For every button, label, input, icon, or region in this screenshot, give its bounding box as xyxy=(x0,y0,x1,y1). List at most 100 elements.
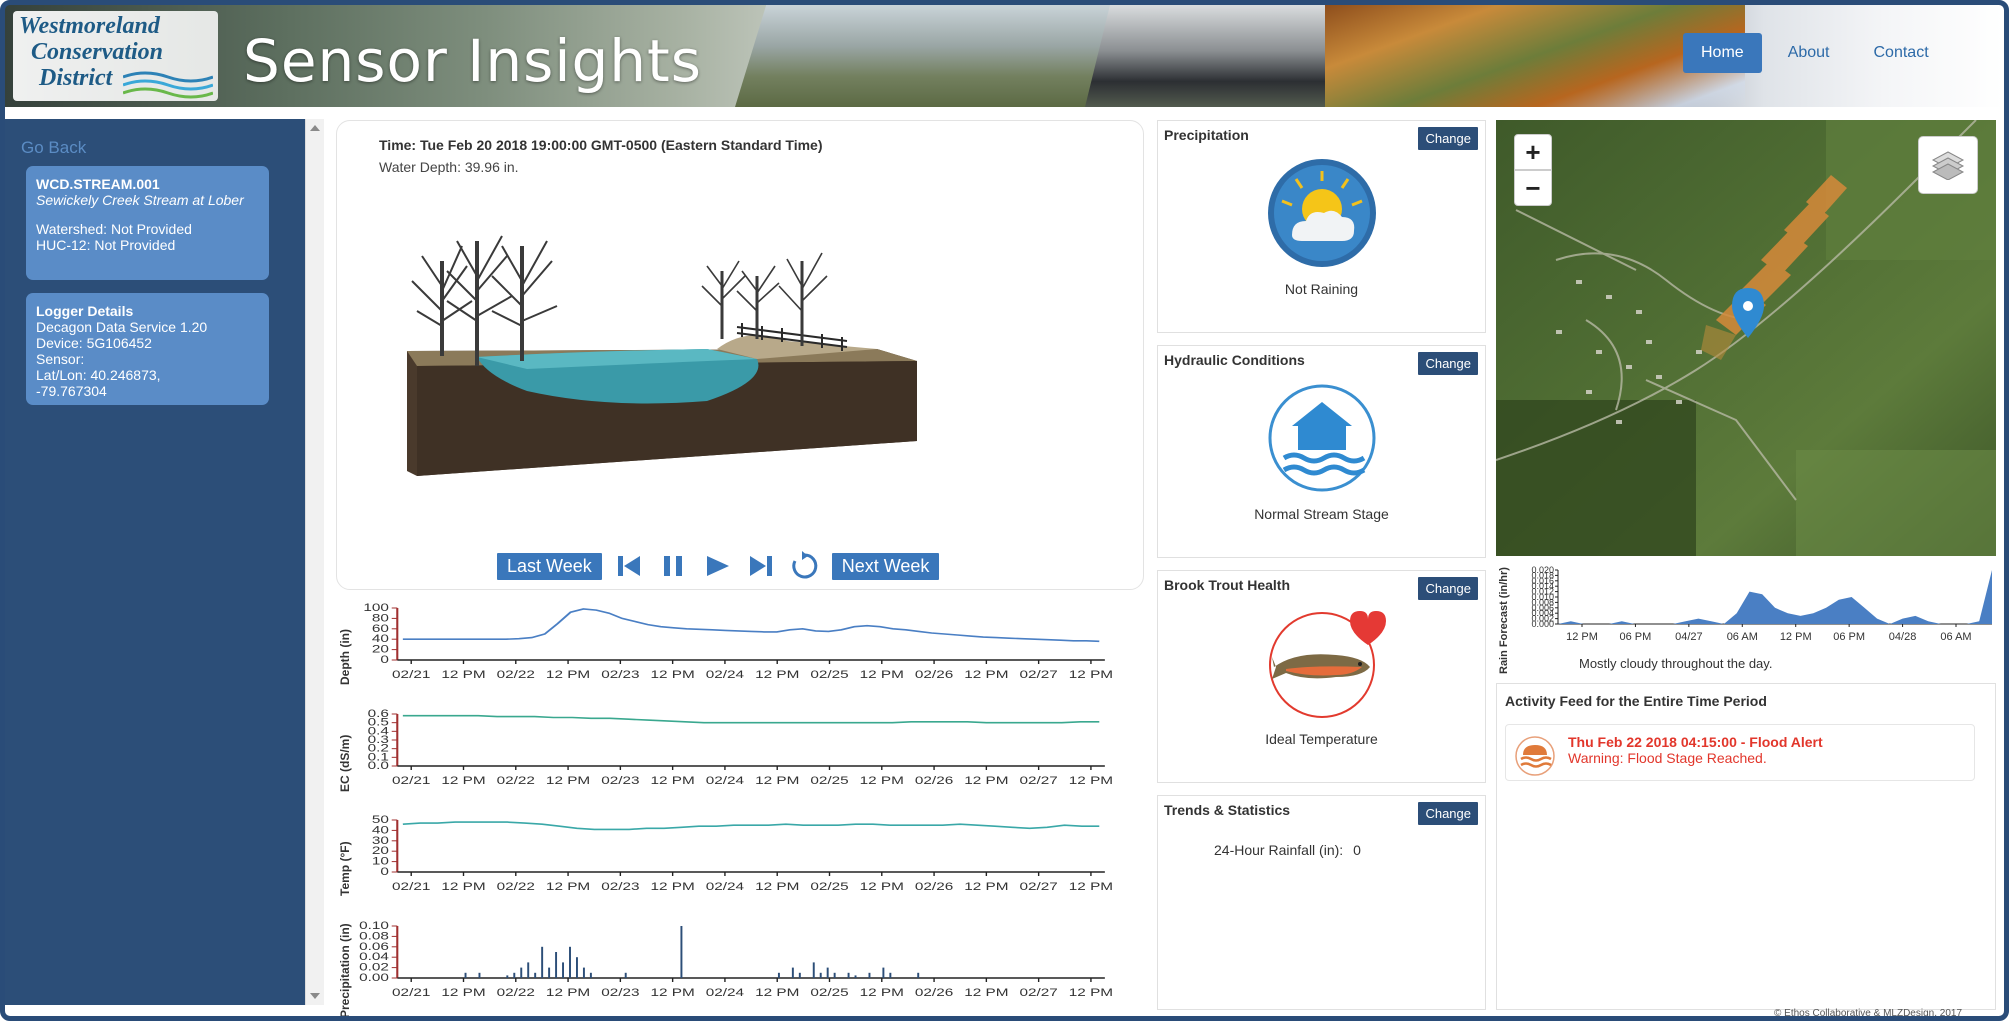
flood-alert-item[interactable]: Thu Feb 22 2018 04:15:00 - Flood Alert W… xyxy=(1505,724,1975,781)
activity-feed-title: Activity Feed for the Entire Time Period xyxy=(1505,693,1767,709)
temperature-chart: 5040302010002/21 12 PM 02/22 12 PM 02/23 12 P… xyxy=(372,813,1113,892)
ec-x-tick-label: 02/26 xyxy=(915,774,953,786)
temp-axis-label: Temp (°F) xyxy=(338,841,352,896)
trout-heart-icon xyxy=(1269,611,1386,718)
skip-back-icon[interactable] xyxy=(612,549,646,583)
precipitation-chart: 0.100.080.060.040.020.0002/21 12 PM 02/22 1… xyxy=(359,919,1113,998)
viz-water-depth: Water Depth: 39.96 in. xyxy=(379,159,519,175)
temp-x-tick-label: 02/23 xyxy=(601,880,639,892)
precip-axis-label: Precipitation (in) xyxy=(338,923,352,1018)
trends-change-button[interactable]: Change xyxy=(1418,802,1478,825)
station-card[interactable]: WCD.STREAM.001 Sewickely Creek Stream at… xyxy=(26,166,269,280)
playback-controls: Last Week Next Week xyxy=(497,549,940,583)
stream-cross-section-scene xyxy=(407,235,917,476)
temp-x-tick-label: 12 PM xyxy=(546,880,590,892)
precip-x-tick-label: 02/26 xyxy=(915,986,953,998)
precip-x-tick-label: 12 PM xyxy=(755,986,799,998)
logger-device: Device: 5G106452 xyxy=(36,335,152,351)
sidebar-scrollbar[interactable] xyxy=(305,119,324,1005)
precip-x-tick-label: 12 PM xyxy=(964,986,1008,998)
header-photo-landscape xyxy=(735,5,1125,107)
go-back-link[interactable]: Go Back xyxy=(21,138,86,158)
logo-waves-icon xyxy=(123,71,213,99)
ec-series-line xyxy=(402,714,1100,724)
ec-x-tick-label: 12 PM xyxy=(860,774,904,786)
station-name: Sewickely Creek Stream at Lober xyxy=(36,192,244,208)
play-icon[interactable] xyxy=(700,549,734,583)
hydraulic-change-button[interactable]: Change xyxy=(1418,352,1478,375)
nav-about[interactable]: About xyxy=(1770,33,1848,73)
station-huc: HUC-12: Not Provided xyxy=(36,237,176,253)
sun-cloud-icon xyxy=(1268,159,1376,267)
scroll-up-arrow-icon[interactable] xyxy=(310,125,320,131)
forecast-x-tick-label: 04/28 xyxy=(1889,631,1917,643)
ec-chart: 0.60.50.40.30.20.10.002/21 12 PM 02/22 12 P… xyxy=(368,707,1113,786)
temp-series-line xyxy=(402,821,1100,831)
forecast-x-tick-label: 06 PM xyxy=(1620,631,1652,643)
ec-x-tick-label: 02/24 xyxy=(706,774,745,786)
ec-x-tick-label: 12 PM xyxy=(964,774,1008,786)
nav-home[interactable]: Home xyxy=(1683,33,1762,73)
trout-change-button[interactable]: Change xyxy=(1418,577,1478,600)
temp-x-tick-label: 12 PM xyxy=(441,880,485,892)
forecast-summary: Mostly cloudy throughout the day. xyxy=(1579,656,1773,671)
depth-x-tick-label: 02/27 xyxy=(1019,668,1057,680)
forecast-area xyxy=(1558,570,1992,624)
nav-contact[interactable]: Contact xyxy=(1856,33,1947,73)
alert-message: Warning: Flood Stage Reached. xyxy=(1568,750,1767,766)
precip-x-tick-label: 02/25 xyxy=(810,986,848,998)
precip-x-tick-label: 02/24 xyxy=(706,986,745,998)
precip-x-tick-label: 12 PM xyxy=(860,986,904,998)
ec-x-tick-label: 12 PM xyxy=(441,774,485,786)
precipitation-widget: Precipitation Change Not Raining xyxy=(1157,120,1486,333)
pause-icon[interactable] xyxy=(656,549,690,583)
temp-x-tick-label: 02/26 xyxy=(915,880,953,892)
temp-x-tick-label: 02/24 xyxy=(706,880,745,892)
district-logo[interactable]: Westmoreland Conservation District xyxy=(13,11,218,101)
ec-x-tick-label: 12 PM xyxy=(546,774,590,786)
precip-y-tick-label: 0.00 xyxy=(359,971,389,983)
next-week-button[interactable]: Next Week xyxy=(831,552,940,580)
depth-x-tick-label: 12 PM xyxy=(860,668,904,680)
depth-x-tick-label: 12 PM xyxy=(755,668,799,680)
hydraulic-conditions-widget: Hydraulic Conditions Change Normal Strea… xyxy=(1157,345,1486,558)
forecast-x-tick-label: 04/27 xyxy=(1675,631,1703,643)
rainfall-24h-stat: 24-Hour Rainfall (in): 0 xyxy=(1214,842,1361,858)
skip-forward-icon[interactable] xyxy=(744,549,778,583)
satellite-map[interactable]: + − xyxy=(1496,120,1996,556)
logger-sensor: Sensor: xyxy=(36,351,85,367)
forecast-x-tick-label: 12 PM xyxy=(1566,631,1598,643)
copyright-notice: © Ethos Collaborative & MLZDesign, 2017 xyxy=(1774,1008,1963,1019)
hydraulic-title: Hydraulic Conditions xyxy=(1164,352,1305,368)
forecast-x-tick-label: 06 AM xyxy=(1940,631,1971,643)
station-id: WCD.STREAM.001 xyxy=(36,176,160,192)
logger-title: Logger Details xyxy=(36,303,134,319)
forecast-x-tick-label: 06 AM xyxy=(1727,631,1758,643)
last-week-button[interactable]: Last Week xyxy=(497,552,602,580)
forecast-axis-label: Rain Forecast (in/hr) xyxy=(1498,567,1510,674)
alert-title: Thu Feb 22 2018 04:15:00 - Flood Alert xyxy=(1568,734,1823,750)
temp-x-tick-label: 12 PM xyxy=(755,880,799,892)
scroll-down-arrow-icon[interactable] xyxy=(310,993,320,999)
depth-x-tick-label: 02/25 xyxy=(810,668,848,680)
precip-x-tick-label: 12 PM xyxy=(546,986,590,998)
depth-x-tick-label: 12 PM xyxy=(441,668,485,680)
depth-axis-label: Depth (in) xyxy=(338,629,352,685)
logger-details-card[interactable]: Logger Details Decagon Data Service 1.20… xyxy=(26,293,269,405)
logger-service: Decagon Data Service 1.20 xyxy=(36,319,208,335)
ec-x-tick-label: 12 PM xyxy=(755,774,799,786)
temp-y-tick-label: 0 xyxy=(380,865,389,877)
map-layers-icon[interactable] xyxy=(1918,136,1978,194)
replay-icon[interactable] xyxy=(788,549,822,583)
ec-x-tick-label: 02/22 xyxy=(497,774,535,786)
precip-x-tick-label: 02/21 xyxy=(392,986,430,998)
precipitation-change-button[interactable]: Change xyxy=(1418,127,1478,150)
temp-x-tick-label: 02/22 xyxy=(497,880,535,892)
zoom-out-button[interactable]: − xyxy=(1514,170,1552,206)
logo-line-district: District xyxy=(39,65,113,91)
trout-status: Ideal Temperature xyxy=(1265,731,1378,747)
forecast-x-tick-label: 12 PM xyxy=(1780,631,1812,643)
zoom-in-button[interactable]: + xyxy=(1514,134,1552,170)
precip-x-tick-label: 12 PM xyxy=(441,986,485,998)
ec-x-tick-label: 02/25 xyxy=(810,774,848,786)
